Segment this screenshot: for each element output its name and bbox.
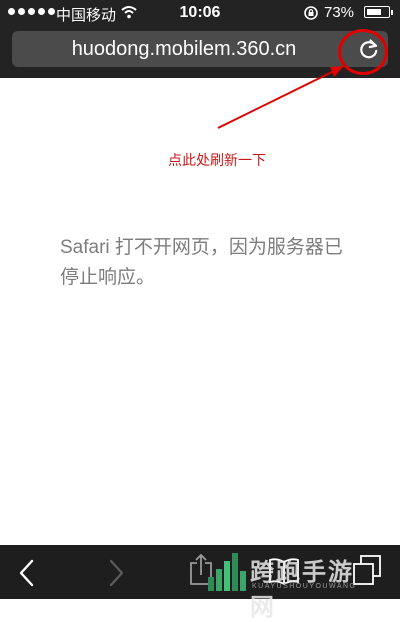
annotation-label: 点此处刷新一下	[168, 152, 266, 168]
back-icon[interactable]	[17, 559, 37, 587]
watermark: 跨跑手游网 KUAYUSHOUYOUWANG	[186, 545, 376, 621]
watermark-logo-icon	[208, 553, 246, 591]
watermark-subtitle: KUAYUSHOUYOUWANG	[252, 583, 357, 590]
error-message: Safari 打不开网页，因为服务器已停止响应。	[60, 237, 343, 288]
forward-icon[interactable]	[106, 559, 126, 587]
annotation-arrow	[217, 66, 344, 129]
